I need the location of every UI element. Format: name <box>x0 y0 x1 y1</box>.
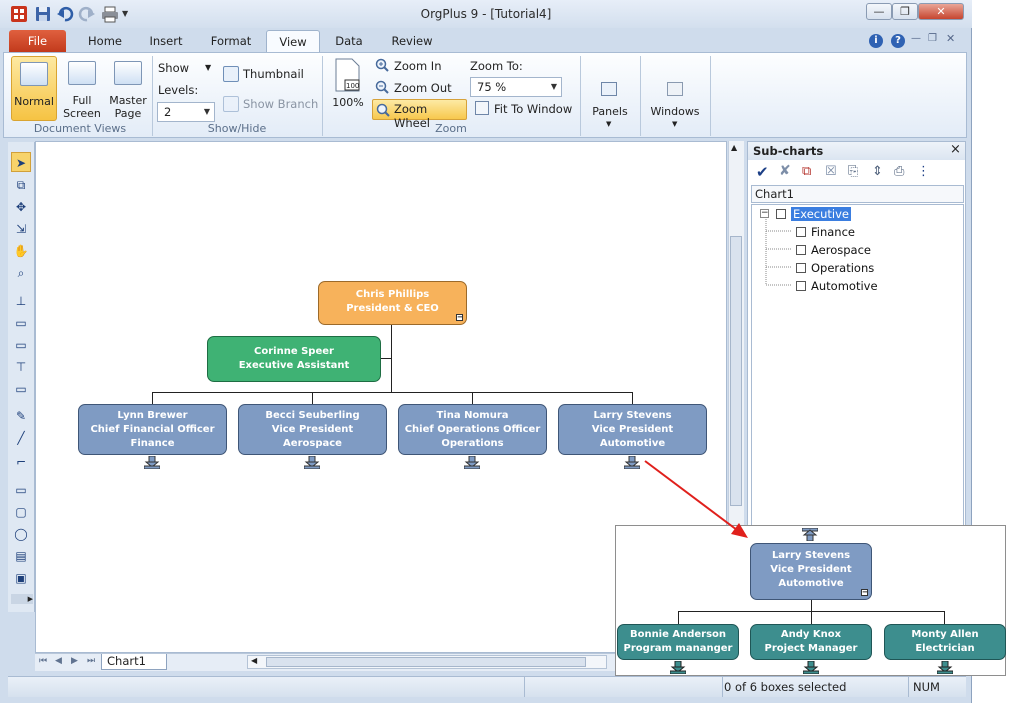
callout-arrow <box>644 460 748 538</box>
